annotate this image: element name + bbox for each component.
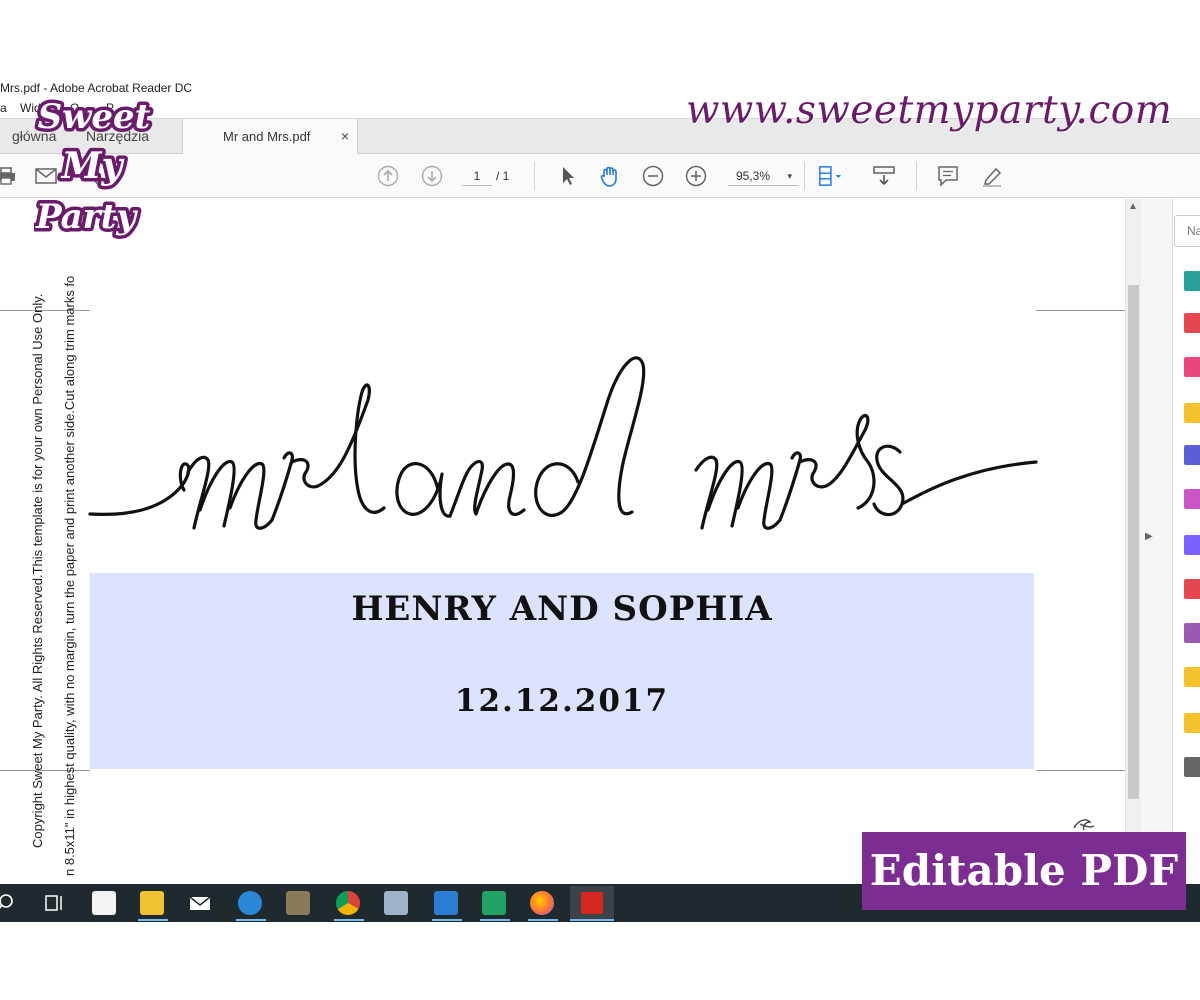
fill-sign-icon[interactable] [1184, 489, 1200, 509]
sweet-my-party-logo: Sweet My Party [34, 94, 154, 241]
couple-names[interactable]: HENRY AND SOPHIA [90, 589, 1034, 629]
word-icon[interactable] [434, 891, 458, 915]
active-indicator [528, 919, 558, 921]
active-indicator [570, 919, 614, 921]
more-tools-icon[interactable] [1184, 757, 1200, 777]
page-down-icon[interactable] [420, 164, 444, 188]
hand-icon[interactable] [598, 164, 622, 188]
zoom-out-icon[interactable] [641, 164, 665, 188]
store-icon[interactable] [92, 891, 116, 915]
tab-document[interactable]: Mr and Mrs.pdf × [182, 119, 358, 154]
file-explorer-icon[interactable] [140, 891, 164, 915]
event-date[interactable]: 12.12.2017 [90, 683, 1034, 719]
zoom-dropdown[interactable]: 95,3% ▾ [728, 166, 798, 186]
print-icon[interactable] [0, 164, 18, 188]
close-tab-icon[interactable]: × [341, 119, 349, 154]
pane-splitter: ▶ [1141, 199, 1173, 885]
logo-word-party: Party [35, 197, 138, 237]
vertical-scrollbar[interactable]: ▲ [1125, 199, 1141, 885]
tools-search-input[interactable]: Na [1174, 215, 1200, 247]
page-total: / 1 [496, 169, 510, 183]
photos-icon[interactable] [286, 891, 310, 915]
trim-mark [1036, 770, 1125, 771]
create-pdf-icon[interactable] [1184, 313, 1200, 333]
trim-mark [1036, 310, 1125, 311]
toolbar-divider [804, 162, 805, 190]
editable-pdf-badge: Editable PDF [862, 832, 1186, 910]
active-indicator [334, 919, 364, 921]
page-up-icon[interactable] [376, 164, 400, 188]
sheets-icon[interactable] [482, 891, 506, 915]
tools-pane: Na [1173, 199, 1200, 885]
active-indicator [236, 919, 266, 921]
fit-page-icon[interactable] [818, 164, 842, 188]
script-title-graphic [88, 356, 1038, 530]
acrobat-icon [581, 892, 603, 914]
expand-pane-icon[interactable]: ▶ [1145, 531, 1153, 542]
toolbar-divider [916, 162, 917, 190]
logo-word-my: My [60, 145, 125, 187]
page-number-input[interactable]: 1 [462, 166, 492, 186]
decor-flourish-icon [1073, 819, 1095, 831]
send-for-review-icon[interactable] [1184, 667, 1200, 687]
protect-icon[interactable] [1184, 535, 1200, 555]
logo-word-sweet: Sweet [38, 97, 151, 137]
chevron-up-icon[interactable]: ▲ [1128, 201, 1138, 212]
mail-icon[interactable] [188, 891, 212, 915]
menu-item-a[interactable]: a [0, 98, 7, 118]
scrollbar-thumb[interactable] [1128, 285, 1139, 799]
print-instructions: n 8.5x11" in highest quality, with no ma… [62, 275, 77, 876]
scroll-mode-icon[interactable] [872, 164, 896, 188]
chrome-icon[interactable] [336, 891, 360, 915]
chevron-down-icon: ▾ [787, 171, 792, 181]
comment-tool-icon[interactable] [1184, 403, 1200, 423]
combine-files-icon[interactable] [1184, 445, 1200, 465]
zoom-in-icon[interactable] [684, 164, 708, 188]
sign-icon[interactable] [1184, 623, 1200, 643]
tab-document-label: Mr and Mrs.pdf [223, 129, 311, 144]
firefox-icon[interactable] [530, 891, 554, 915]
select-arrow-icon[interactable] [556, 164, 580, 188]
toolbar: 1 / 1 95,3% ▾ [0, 154, 1200, 198]
name-banner[interactable]: HENRY AND SOPHIA 12.12.2017 [90, 573, 1034, 769]
calendar-icon[interactable] [1184, 713, 1200, 733]
active-indicator [138, 919, 168, 921]
copyright-line: Copyright Sweet My Party. All Rights Res… [30, 293, 45, 848]
organize-pages-icon[interactable] [1184, 579, 1200, 599]
active-indicator [432, 919, 462, 921]
search-icon[interactable] [0, 891, 20, 915]
export-pdf-icon[interactable] [1184, 271, 1200, 291]
copyright-notice: Copyright Sweet My Party. All Rights Res… [24, 236, 80, 876]
toolbar-divider [534, 162, 535, 190]
active-indicator [480, 919, 510, 921]
comment-icon[interactable] [936, 164, 960, 188]
chat-icon[interactable] [238, 891, 262, 915]
acrobat-task-button[interactable] [570, 886, 614, 920]
website-watermark: www.sweetmyparty.com [686, 88, 1173, 133]
app-icon[interactable] [384, 891, 408, 915]
zoom-value: 95,3% [736, 169, 771, 183]
highlight-icon[interactable] [980, 164, 1004, 188]
edit-pdf-icon[interactable] [1184, 357, 1200, 377]
task-view-icon[interactable] [42, 891, 66, 915]
